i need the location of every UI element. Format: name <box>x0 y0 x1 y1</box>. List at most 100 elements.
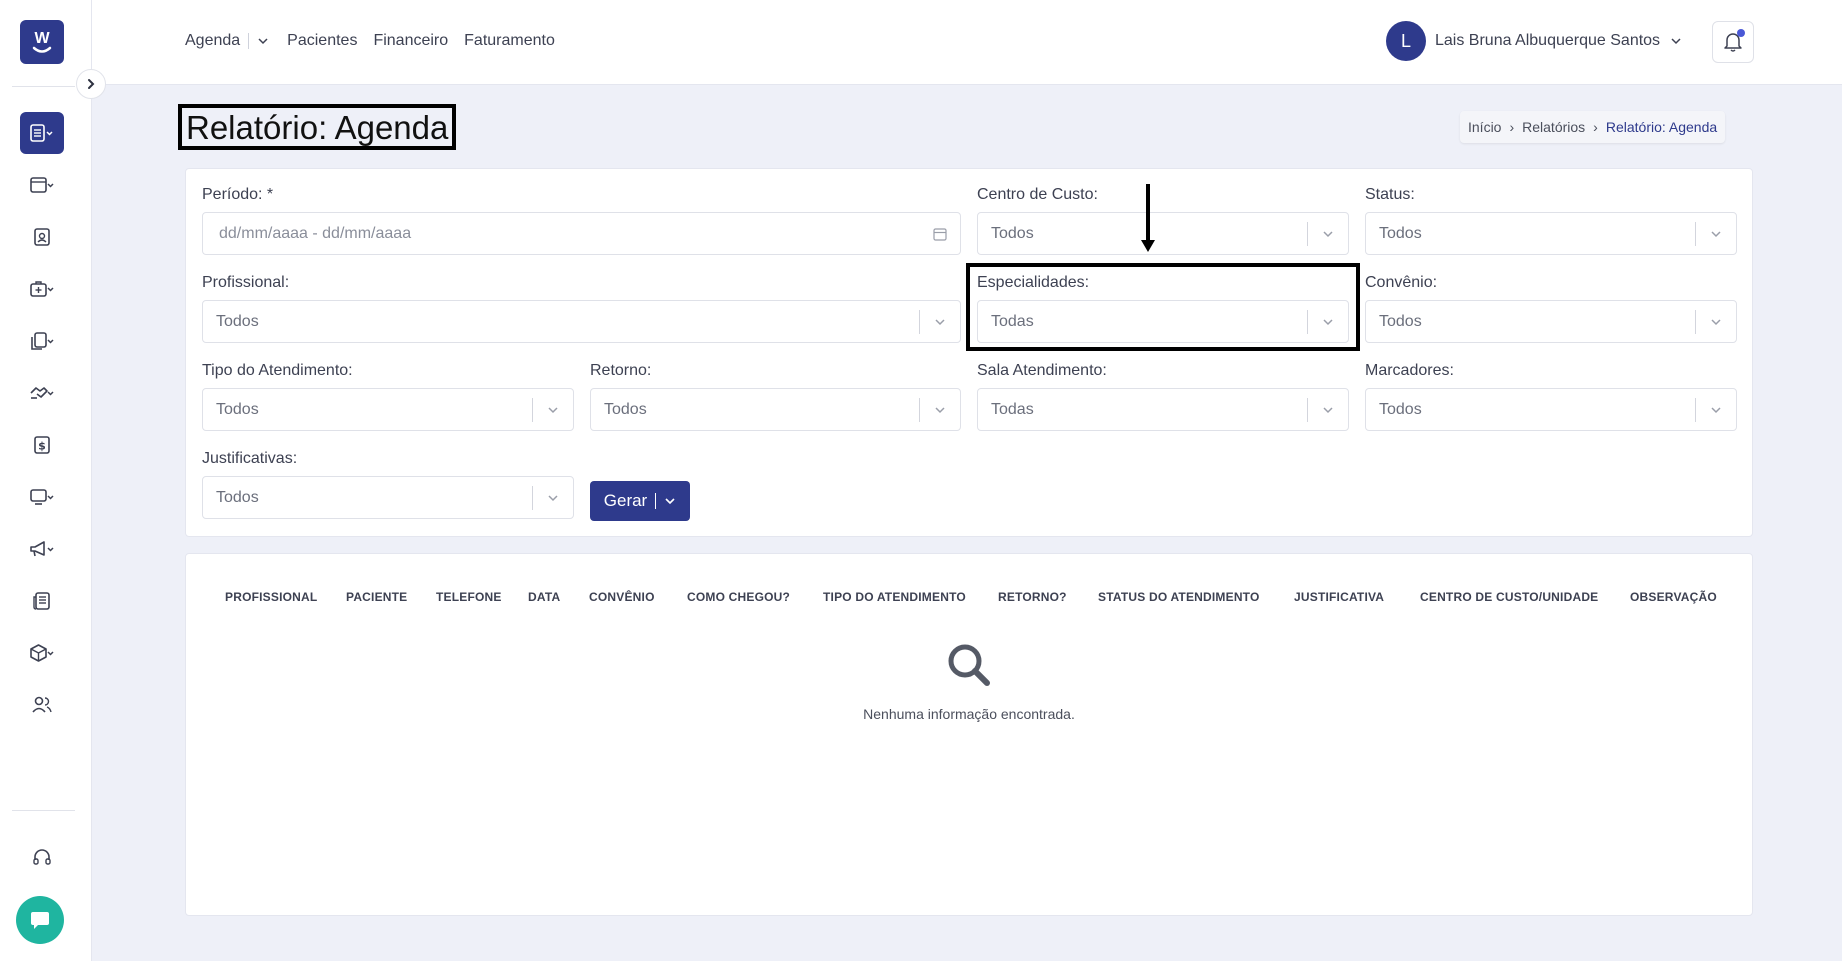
breadcrumb-home[interactable]: Início <box>1468 119 1501 135</box>
main-nav: Agenda Pacientes Financeiro Faturamento <box>185 32 555 50</box>
chevron-down-icon[interactable] <box>664 497 676 505</box>
sidebar-item-medical[interactable] <box>20 268 64 310</box>
documents-icon <box>31 332 54 350</box>
chevron-right-icon: › <box>1593 119 1598 135</box>
column-header[interactable]: PACIENTE <box>346 590 407 604</box>
breadcrumb-current: Relatório: Agenda <box>1605 119 1718 135</box>
sidebar-divider <box>12 810 75 811</box>
convenio-label: Convênio: <box>1365 274 1438 291</box>
notifications-button[interactable] <box>1712 21 1754 63</box>
nav-item-agenda[interactable]: Agenda <box>185 32 240 50</box>
chevron-down-icon <box>533 494 573 502</box>
column-header[interactable]: DATA <box>528 590 560 604</box>
sidebar-item-calendar[interactable] <box>20 164 64 206</box>
logo-icon: W <box>32 30 52 53</box>
sidebar-item-finance[interactable]: $ <box>20 424 64 466</box>
especialidades-select[interactable]: Todas <box>977 300 1349 343</box>
convenio-select[interactable]: Todos <box>1365 300 1737 343</box>
chevron-down-icon <box>920 406 960 414</box>
sidebar-toggle-button[interactable] <box>76 69 106 99</box>
notification-dot <box>1737 29 1745 37</box>
chevron-right-icon <box>88 79 95 89</box>
user-name: Lais Bruna Albuquerque Santos <box>1435 32 1661 49</box>
chevron-down-icon <box>533 406 573 414</box>
nav-item-financeiro[interactable]: Financeiro <box>373 32 448 50</box>
column-header[interactable]: CONVÊNIO <box>589 590 655 604</box>
sidebar-item-monitor[interactable] <box>20 476 64 518</box>
sala-atendimento-select[interactable]: Todas <box>977 388 1349 431</box>
headset-icon <box>33 849 51 865</box>
user-menu[interactable]: L Lais Bruna Albuquerque Santos <box>1386 21 1682 61</box>
column-header[interactable]: PROFISSIONAL <box>225 590 317 604</box>
sidebar-item-support[interactable] <box>20 837 64 879</box>
column-header[interactable]: STATUS DO ATENDIMENTO <box>1098 590 1260 604</box>
chevron-down-icon <box>1308 406 1348 414</box>
search-icon <box>948 644 990 686</box>
marcadores-select[interactable]: Todos <box>1365 388 1737 431</box>
news-icon <box>33 592 50 610</box>
nav-agenda-dropdown[interactable] <box>257 37 269 45</box>
sidebar-item-agreements[interactable] <box>20 372 64 414</box>
chevron-right-icon: › <box>1509 119 1515 135</box>
nav-item-pacientes[interactable]: Pacientes <box>287 32 357 50</box>
profissional-select[interactable]: Todos <box>202 300 961 343</box>
sidebar-divider <box>12 86 75 87</box>
patient-card-icon <box>34 228 50 246</box>
sidebar-item-inventory[interactable] <box>20 632 64 674</box>
justificativas-select[interactable]: Todos <box>202 476 574 519</box>
column-header[interactable]: TELEFONE <box>436 590 502 604</box>
centro-custo-select[interactable]: Todos <box>977 212 1349 255</box>
tipo-atendimento-label: Tipo do Atendimento: <box>202 362 353 379</box>
medical-bag-icon <box>30 281 54 297</box>
handshake-icon <box>30 387 54 399</box>
avatar: L <box>1386 21 1426 61</box>
monitor-icon <box>30 489 54 505</box>
box-icon <box>30 644 54 662</box>
chevron-down-icon <box>258 38 268 45</box>
status-select[interactable]: Todos <box>1365 212 1737 255</box>
column-header[interactable]: RETORNO? <box>998 590 1067 604</box>
svg-text:$: $ <box>38 440 46 453</box>
especialidades-label: Especialidades: <box>977 274 1090 291</box>
chat-button[interactable] <box>16 896 64 944</box>
logo[interactable]: W <box>20 20 64 64</box>
chevron-down-icon <box>1308 230 1348 238</box>
nav-separator <box>248 33 250 49</box>
sala-atendimento-label: Sala Atendimento: <box>977 362 1107 379</box>
periodo-label: Período: * <box>202 186 274 203</box>
sidebar-item-marketing[interactable] <box>20 528 64 570</box>
sidebar-item-reports[interactable] <box>20 112 64 154</box>
column-header[interactable]: TIPO DO ATENDIMENTO <box>823 590 966 604</box>
users-icon <box>32 696 52 713</box>
sidebar-item-users[interactable] <box>20 684 64 726</box>
chevron-down-icon <box>1671 38 1681 45</box>
column-header[interactable]: JUSTIFICATIVA <box>1294 590 1384 604</box>
page-title: Relatório: Agenda <box>178 104 457 150</box>
chevron-down-icon <box>920 318 960 326</box>
megaphone-icon <box>30 541 54 557</box>
sidebar-item-documents[interactable] <box>20 320 64 362</box>
nav-item-faturamento[interactable]: Faturamento <box>464 32 555 50</box>
gerar-button[interactable]: Gerar <box>590 481 690 521</box>
marcadores-label: Marcadores: <box>1365 362 1454 379</box>
column-header[interactable]: CENTRO DE CUSTO/UNIDADE <box>1420 590 1598 604</box>
empty-state-message: Nenhuma informação encontrada. <box>863 706 1075 722</box>
chevron-down-icon <box>1308 318 1348 326</box>
breadcrumb: Início › Relatórios › Relatório: Agenda <box>1460 111 1726 143</box>
sidebar-item-news[interactable] <box>20 580 64 622</box>
periodo-date-range-input[interactable]: dd/mm/aaaa - dd/mm/aaaa <box>202 212 961 255</box>
sidebar-item-patients[interactable] <box>20 216 64 258</box>
chevron-down-icon <box>1696 406 1736 414</box>
profissional-label: Profissional: <box>202 274 290 291</box>
column-header[interactable]: COMO CHEGOU? <box>687 590 790 604</box>
retorno-select[interactable]: Todos <box>590 388 961 431</box>
tipo-atendimento-select[interactable]: Todos <box>202 388 574 431</box>
sidebar: W $ <box>0 0 92 961</box>
breadcrumb-reports[interactable]: Relatórios <box>1522 119 1585 135</box>
column-header[interactable]: OBSERVAÇÃO <box>1630 590 1717 604</box>
chat-icon <box>31 912 49 929</box>
top-bar: Agenda Pacientes Financeiro Faturamento … <box>92 0 1842 85</box>
centro-custo-label: Centro de Custo: <box>977 186 1098 203</box>
calendar-icon <box>920 227 960 241</box>
results-card <box>185 553 1753 916</box>
